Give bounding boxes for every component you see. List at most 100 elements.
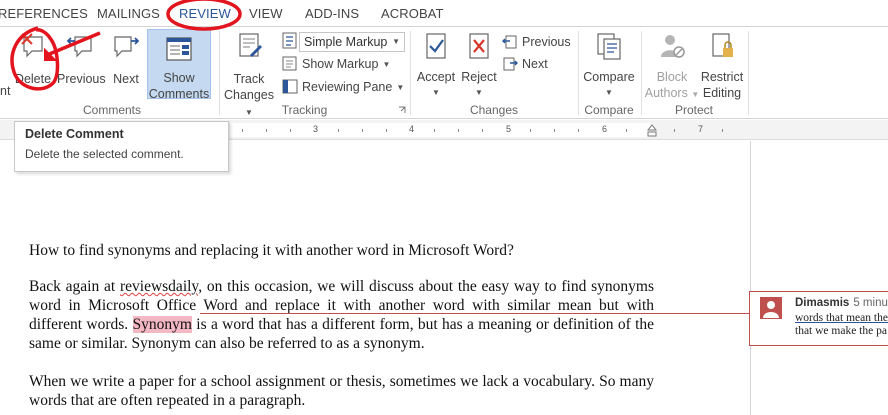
ruler-tick (386, 129, 387, 132)
ribbon: nt Delete Previous Next Show Comments Co… (0, 26, 888, 119)
chevron-down-icon: ▼ (691, 90, 700, 99)
ruler-tick (530, 129, 531, 132)
tab-acrobat[interactable]: ACROBAT (381, 6, 444, 21)
block-authors-icon (661, 35, 685, 58)
show-comments-label-2: Comments (148, 87, 210, 101)
chevron-down-icon: ▼ (605, 88, 613, 97)
comment-line-1: words that mean the (795, 312, 888, 324)
ruler-tick (290, 129, 291, 132)
misspelled-word[interactable]: reviewsdaily (120, 278, 198, 295)
ruler-number: 3 (313, 124, 319, 134)
previous-comment-icon (66, 36, 92, 58)
block-authors-label-2: Authors ▼ (644, 85, 700, 103)
comment-balloon[interactable]: Dimasmis 5 minu words that mean the that … (749, 291, 888, 346)
ruler-tick (554, 129, 555, 132)
delete-comment-label: Delete (14, 72, 52, 86)
show-markup-icon (282, 56, 297, 71)
restrict-editing-button[interactable]: Restrict Editing (700, 31, 744, 101)
ruler-tick (362, 129, 363, 132)
block-authors-button[interactable]: Block Authors ▼ (644, 31, 700, 101)
new-comment-button-partial[interactable]: nt (0, 83, 10, 99)
ruler-number: 6 (602, 124, 608, 134)
chevron-down-icon: ▼ (396, 82, 405, 92)
reject-icon (469, 33, 489, 59)
tab-review[interactable]: REVIEW (179, 6, 231, 21)
accept-label: Accept (416, 70, 456, 84)
avatar (760, 297, 782, 319)
next-change-icon (503, 57, 518, 71)
track-changes-button[interactable]: Track Changes ▼ (221, 31, 277, 117)
chevron-down-icon: ▼ (392, 37, 400, 46)
comment-line-2: that we make the pa (795, 325, 887, 337)
right-indent-marker[interactable] (647, 124, 657, 138)
delete-comment-icon (21, 33, 43, 58)
comment-author-name: Dimasmis (795, 297, 850, 309)
comment-timestamp: 5 minu (853, 297, 888, 309)
compare-button[interactable]: Compare ▼ (581, 31, 637, 101)
ruler-tick (242, 129, 243, 132)
track-changes-label-2-text: Changes (223, 88, 275, 102)
ruler-tick (434, 129, 435, 132)
show-comments-label-1: Show (163, 71, 195, 85)
markup-display-value: Simple Markup (304, 35, 388, 49)
reviewing-pane-icon (282, 79, 298, 94)
ruler-number: 7 (698, 124, 704, 134)
ruler-tick (626, 129, 627, 132)
show-comments-button[interactable]: Show Comments (147, 29, 211, 101)
accept-button[interactable]: Accept ▼ (414, 31, 458, 101)
ribbon-tab-bar: REFERENCES MAILINGS REVIEW VIEW ADD-INS … (0, 0, 888, 26)
tab-mailings[interactable]: MAILINGS (97, 6, 160, 21)
show-comments-icon (166, 37, 192, 61)
group-separator (748, 31, 749, 115)
reviewing-pane-button[interactable]: Reviewing Pane ▼ (282, 77, 404, 97)
group-separator (578, 31, 579, 115)
dialog-launcher-icon[interactable] (398, 106, 406, 114)
delete-comment-button[interactable]: Delete (12, 31, 54, 91)
markup-display-select[interactable]: Simple Markup ▼ (299, 32, 405, 52)
tab-view[interactable]: VIEW (249, 6, 283, 21)
compare-label: Compare (583, 70, 635, 84)
p1-before-link: Back again at (29, 278, 120, 295)
previous-change-label: Previous (522, 35, 571, 49)
commented-word-highlight[interactable]: Synonym (132, 316, 192, 333)
group-label-tracking: Tracking (281, 103, 328, 117)
group-label-comments: Comments (82, 103, 141, 117)
track-changes-label-1: Track (233, 72, 265, 86)
group-separator (410, 31, 411, 115)
group-label-protect: Protect (674, 103, 713, 117)
document-title-line: How to find synonyms and replacing it wi… (29, 242, 514, 259)
tab-add-ins[interactable]: ADD-INS (305, 6, 359, 21)
ruler-number: 5 (506, 124, 512, 134)
document-page[interactable]: How to find synonyms and replacing it wi… (0, 141, 750, 415)
ruler-text-area (230, 123, 650, 137)
next-comment-icon (114, 36, 140, 58)
chevron-down-icon: ▼ (432, 88, 440, 97)
ruler-tick (674, 129, 675, 132)
next-change-button[interactable]: Next (502, 54, 548, 74)
comment-text[interactable]: words that mean the that we make the pa (795, 312, 888, 338)
paragraph-2: When we write a paper for a school assig… (29, 373, 654, 409)
comment-connector-line (200, 313, 750, 314)
tooltip-description: Delete the selected comment. (25, 147, 184, 161)
group-separator (219, 31, 220, 115)
user-icon (763, 301, 779, 318)
previous-change-icon (502, 35, 517, 49)
ruler-tick (338, 129, 339, 132)
group-label-changes: Changes (469, 103, 519, 117)
next-comment-label: Next (113, 72, 139, 86)
accept-icon (426, 33, 446, 59)
lock-document-icon (712, 33, 733, 57)
ruler-number: 4 (409, 124, 415, 134)
tooltip-title: Delete Comment (25, 127, 124, 141)
group-separator (641, 31, 642, 115)
show-markup-button[interactable]: Show Markup ▼ (282, 54, 390, 74)
next-change-label: Next (522, 57, 548, 71)
reject-button[interactable]: Reject ▼ (459, 31, 499, 101)
next-comment-button[interactable]: Next (108, 31, 144, 91)
previous-comment-button[interactable]: Previous (57, 31, 106, 91)
previous-change-button[interactable]: Previous (502, 32, 571, 52)
restrict-editing-label-1: Restrict (700, 70, 744, 84)
chevron-down-icon: ▼ (475, 88, 483, 97)
ruler-tick (578, 129, 579, 132)
tab-references[interactable]: REFERENCES (0, 6, 88, 21)
